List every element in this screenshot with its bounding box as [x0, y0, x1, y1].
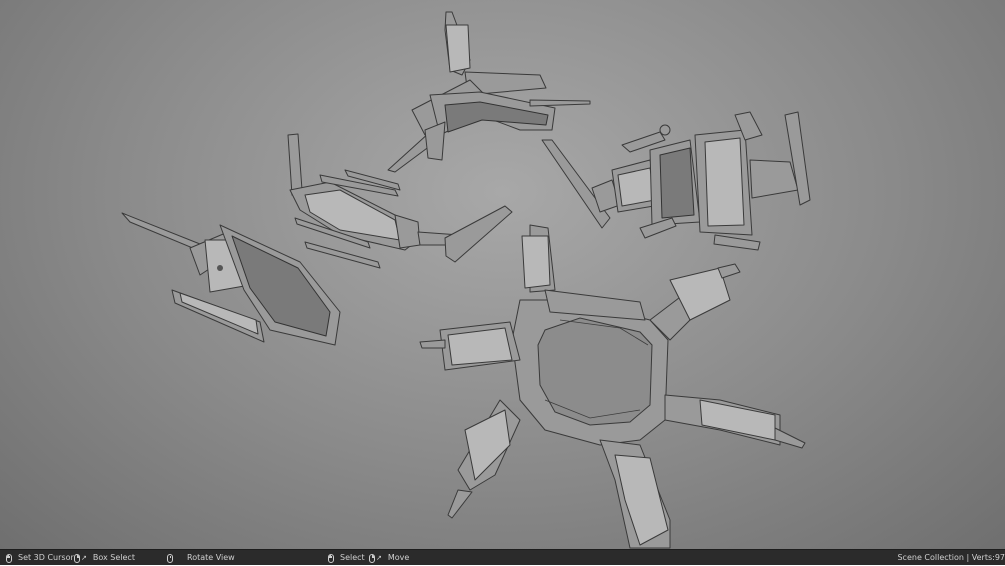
hint-move: ↗ Move — [369, 550, 409, 566]
mouse-drag-icon — [74, 553, 80, 563]
mesh-hexagon-ring[interactable] — [419, 224, 806, 549]
hint-label: Move — [387, 553, 410, 562]
mesh-tentacle-center[interactable] — [287, 133, 513, 269]
hint-label: Rotate View — [187, 553, 235, 562]
viewport-scene — [121, 11, 811, 549]
mouse-left-icon — [6, 553, 12, 563]
mouse-drag-icon — [369, 553, 375, 563]
hint-set-3d-cursor: Set 3D Cursor — [6, 550, 74, 566]
hint-rotate-view: Rotate View — [167, 550, 235, 566]
hint-select: Select — [328, 550, 365, 566]
mesh-claw-left[interactable] — [121, 212, 341, 346]
mouse-middle-icon — [167, 553, 173, 563]
scene-stats: Scene Collection | Verts:97 — [897, 553, 1005, 562]
drag-arrow-icon: ↗ — [376, 554, 382, 562]
hint-label: Select — [340, 553, 365, 562]
mesh-top-piece[interactable] — [387, 11, 591, 173]
drag-arrow-icon: ↗ — [81, 554, 87, 562]
mesh-turret-right[interactable] — [541, 111, 811, 251]
hint-label: Box Select — [92, 553, 135, 562]
3d-viewport[interactable] — [0, 0, 1005, 549]
hint-box-select: ↗ Box Select — [74, 550, 135, 566]
hint-label: Set 3D Cursor — [18, 553, 74, 562]
mouse-left-icon — [328, 553, 334, 563]
status-bar: Set 3D Cursor ↗ Box Select Rotate View S… — [0, 549, 1005, 565]
